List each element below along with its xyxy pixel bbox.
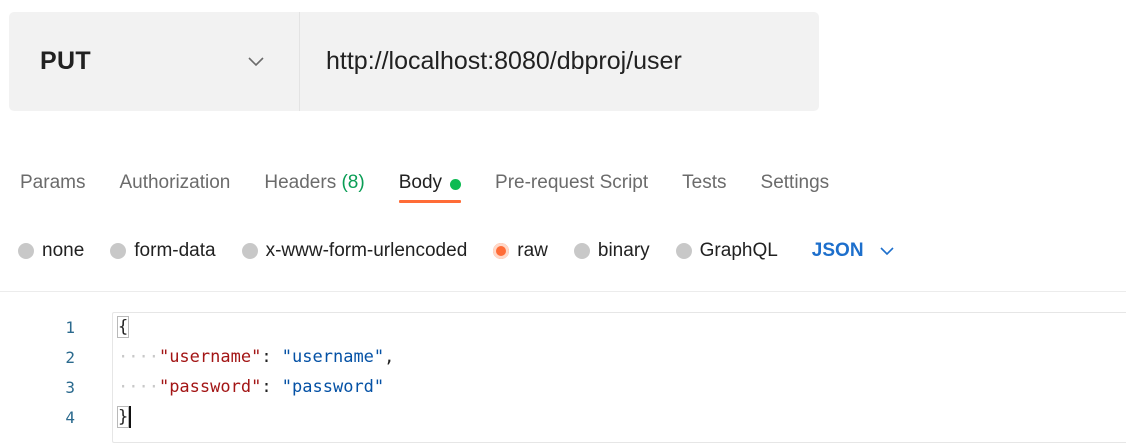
code-line-2: 2 ····"username": "username", <box>0 343 1126 371</box>
tab-label: Authorization <box>119 172 231 193</box>
body-format-select[interactable]: JSON <box>812 240 896 262</box>
tab-pre-request-script[interactable]: Pre-request Script <box>495 172 648 216</box>
line-number: 4 <box>65 407 75 427</box>
json-value: "username" <box>281 347 385 367</box>
radio-circle[interactable] <box>573 243 590 259</box>
radio-label: raw <box>517 240 548 261</box>
line-number: 3 <box>65 377 75 397</box>
radio-label: x-www-form-urlencoded <box>265 240 468 261</box>
radio-label: binary <box>597 240 650 261</box>
chevron-down-icon <box>247 53 265 71</box>
json-value: "password" <box>281 377 385 397</box>
radio-binary[interactable]: binary <box>573 240 650 262</box>
indent-whitespace: ···· <box>118 347 159 367</box>
code-text[interactable]: ····"username": "username", <box>118 347 394 367</box>
request-tabs: Params Authorization Headers (8) Body Pr… <box>20 172 863 216</box>
headers-count: (8) <box>341 172 365 193</box>
divider <box>0 291 1126 292</box>
radio-form-data[interactable]: form-data <box>110 240 216 262</box>
radio-circle[interactable] <box>18 243 34 259</box>
tab-settings[interactable]: Settings <box>761 172 830 216</box>
body-type-options: none form-data x-www-form-urlencoded raw… <box>18 240 896 262</box>
tab-label: Params <box>20 172 86 193</box>
tab-headers[interactable]: Headers (8) <box>264 172 364 216</box>
indent-whitespace: ···· <box>118 377 159 397</box>
close-brace: } <box>116 406 130 428</box>
body-format-label: JSON <box>811 240 864 261</box>
code-editor[interactable]: 1 { 2 ····"username": "username", 3 ····… <box>0 312 1126 448</box>
json-key: "password" <box>158 377 262 397</box>
code-text[interactable]: ····"password": "password" <box>118 377 384 397</box>
radio-none[interactable]: none <box>18 240 84 262</box>
radio-raw[interactable]: raw <box>493 240 548 262</box>
url-field[interactable] <box>300 12 819 111</box>
tab-params[interactable]: Params <box>20 172 85 216</box>
text-cursor <box>129 406 132 428</box>
radio-graphql[interactable]: GraphQL <box>675 240 778 262</box>
radio-x-www-form-urlencoded[interactable]: x-www-form-urlencoded <box>241 240 468 262</box>
method-label: PUT <box>40 47 91 75</box>
json-key: "username" <box>158 347 262 367</box>
tab-label: Settings <box>760 172 830 193</box>
radio-circle-selected[interactable] <box>493 243 510 259</box>
code-text[interactable]: { <box>116 316 130 338</box>
tab-label: Tests <box>682 172 727 193</box>
line-number: 1 <box>65 317 75 337</box>
tab-label: Headers <box>264 172 337 193</box>
method-select[interactable]: PUT <box>9 12 300 111</box>
radio-label: GraphQL <box>699 240 778 261</box>
radio-label: none <box>42 240 85 261</box>
chevron-down-icon <box>878 242 896 260</box>
tab-tests[interactable]: Tests <box>682 172 726 216</box>
code-line-3: 3 ····"password": "password" <box>0 373 1126 401</box>
radio-circle[interactable] <box>675 243 692 259</box>
code-line-4: 4 } <box>0 403 1126 431</box>
radio-circle[interactable] <box>110 243 127 259</box>
json-comma: , <box>384 347 395 367</box>
radio-circle[interactable] <box>241 243 258 259</box>
url-input[interactable] <box>326 47 819 76</box>
active-indicator-dot <box>450 179 462 190</box>
line-number: 2 <box>65 347 75 367</box>
code-line-1: 1 { <box>0 313 1126 341</box>
tab-body[interactable]: Body <box>398 172 462 216</box>
tab-label: Body <box>398 172 443 193</box>
code-text[interactable]: } <box>116 406 132 428</box>
open-brace: { <box>116 316 130 338</box>
radio-label: form-data <box>134 240 216 261</box>
tab-authorization[interactable]: Authorization <box>119 172 230 216</box>
tab-label: Pre-request Script <box>495 172 649 193</box>
request-bar: PUT <box>9 12 819 111</box>
